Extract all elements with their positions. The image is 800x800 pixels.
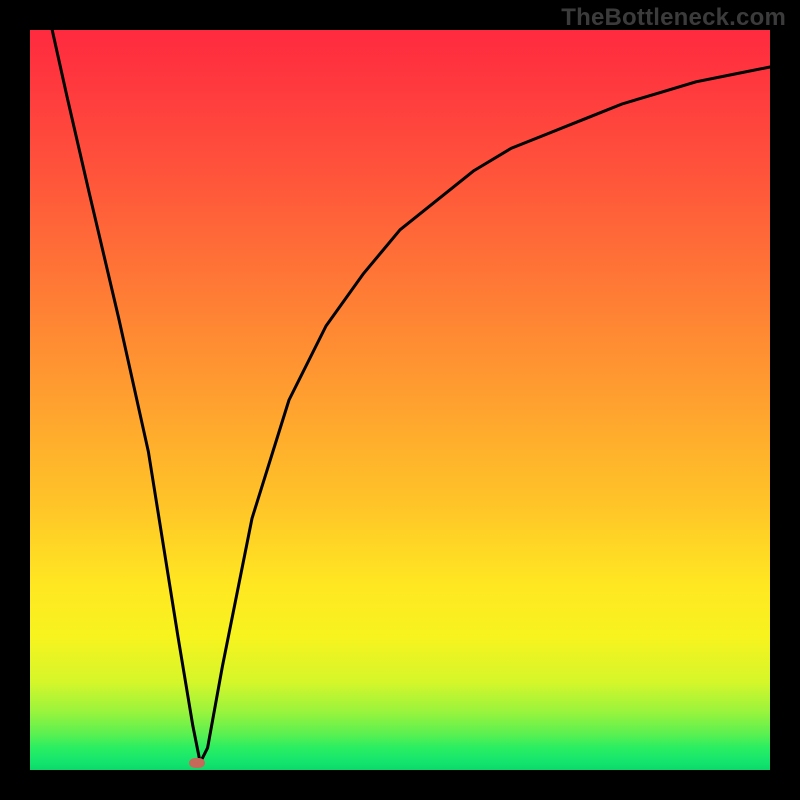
bottleneck-curve	[30, 30, 770, 770]
plot-area	[30, 30, 770, 770]
minimum-marker	[189, 758, 205, 768]
watermark-text: TheBottleneck.com	[561, 4, 786, 32]
chart-stage: TheBottleneck.com	[0, 0, 800, 800]
